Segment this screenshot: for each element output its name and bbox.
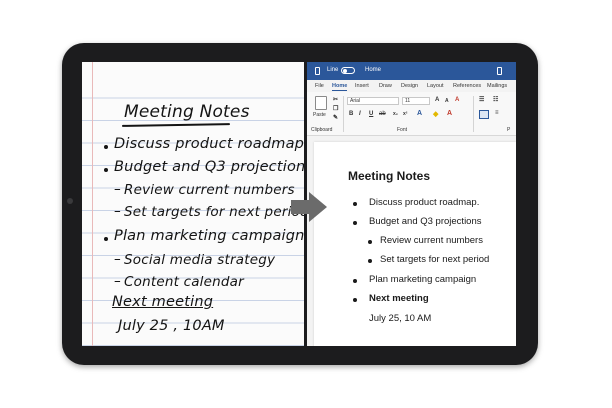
cut-icon[interactable]: ✂ bbox=[333, 96, 338, 103]
tab-mailings[interactable]: Mailings bbox=[487, 83, 507, 89]
bullet-icon bbox=[353, 221, 357, 225]
document-page[interactable]: Meeting Notes Discuss product roadmap. B… bbox=[314, 142, 516, 346]
conversion-arrow-icon bbox=[291, 192, 327, 222]
handwritten-notes-pane[interactable]: Meeting Notes Discuss product roadmap Bu… bbox=[82, 62, 304, 346]
paste-label: Paste bbox=[313, 112, 326, 118]
bullet-icon bbox=[353, 298, 357, 302]
document-title-text: Meeting Notes bbox=[348, 169, 431, 183]
font-name-select[interactable]: Arial bbox=[347, 97, 399, 105]
toggle-knob bbox=[343, 69, 347, 73]
autosave-toggle[interactable] bbox=[341, 67, 355, 74]
copy-icon[interactable]: ❐ bbox=[333, 105, 338, 112]
bullets-icon[interactable]: ☰ bbox=[479, 96, 484, 103]
bullet-icon bbox=[368, 240, 372, 244]
handwritten-next-meeting-label: Next meeting bbox=[112, 294, 214, 310]
tab-layout[interactable]: Layout bbox=[427, 83, 444, 89]
title-underline bbox=[121, 123, 231, 127]
document-subitem: Set targets for next period bbox=[380, 254, 490, 265]
underline-icon[interactable]: U bbox=[369, 111, 373, 117]
sidebar-icon[interactable] bbox=[315, 67, 320, 75]
document-next-meeting-label: Next meeting bbox=[369, 293, 429, 304]
italic-icon[interactable]: I bbox=[359, 111, 361, 117]
autosave-label: Line bbox=[327, 67, 339, 73]
bold-icon[interactable]: B bbox=[349, 111, 353, 117]
handwritten-subitem: Review current numbers bbox=[124, 182, 295, 198]
word-title-bar: Line Home bbox=[307, 62, 516, 80]
handwritten-next-meeting-date: July 25 , 10AM bbox=[118, 318, 225, 334]
align-center-icon[interactable]: ≡ bbox=[495, 110, 499, 116]
document-title: Home bbox=[365, 67, 382, 73]
format-painter-icon[interactable]: ✎ bbox=[333, 114, 338, 121]
handwritten-dash: – bbox=[114, 251, 121, 267]
clear-formatting-icon[interactable]: A bbox=[455, 97, 459, 103]
ribbon-separator bbox=[473, 96, 474, 132]
handwritten-bullet-icon bbox=[104, 168, 108, 172]
handwritten-item: Discuss product roadmap bbox=[114, 136, 304, 152]
handwritten-dash: – bbox=[114, 203, 121, 219]
window-icon[interactable] bbox=[497, 67, 502, 75]
handwritten-subitem: Social media strategy bbox=[124, 252, 276, 268]
handwritten-subitem: Set targets for next period bbox=[124, 204, 304, 220]
tab-references[interactable]: References bbox=[453, 83, 481, 89]
paragraph-group-label: P bbox=[507, 127, 511, 133]
handwritten-item: Plan marketing campaign bbox=[114, 228, 304, 244]
font-color-icon[interactable]: A bbox=[447, 110, 452, 117]
handwritten-dash: – bbox=[114, 181, 121, 197]
strikethrough-icon[interactable]: ab bbox=[379, 111, 386, 117]
tab-home[interactable]: Home bbox=[332, 83, 348, 91]
align-left-icon[interactable] bbox=[479, 110, 489, 119]
tab-draw[interactable]: Draw bbox=[379, 83, 392, 89]
notepad-margin-line bbox=[92, 62, 93, 346]
subscript-icon[interactable]: x₂ bbox=[393, 111, 398, 117]
highlight-icon[interactable]: ◆ bbox=[433, 110, 438, 118]
tab-insert[interactable]: Insert bbox=[355, 83, 369, 89]
text-effects-icon[interactable]: A bbox=[417, 110, 422, 117]
ribbon-separator bbox=[343, 96, 344, 132]
ribbon-tabs: File Home Insert Draw Design Layout Refe… bbox=[307, 80, 516, 92]
tab-file[interactable]: File bbox=[315, 83, 324, 89]
shrink-font-icon[interactable]: A bbox=[445, 98, 449, 104]
grow-font-icon[interactable]: A bbox=[435, 97, 439, 103]
numbering-icon[interactable]: ☷ bbox=[493, 96, 498, 103]
handwritten-dash: – bbox=[114, 273, 121, 289]
paste-icon[interactable] bbox=[315, 96, 327, 110]
bullet-icon bbox=[368, 259, 372, 263]
handwritten-item: Budget and Q3 projections bbox=[114, 159, 304, 175]
font-size-select[interactable]: 11 bbox=[402, 97, 430, 105]
bullet-icon bbox=[353, 279, 357, 283]
document-item: Discuss product roadmap. bbox=[369, 197, 480, 208]
document-subitem: Review current numbers bbox=[380, 235, 483, 246]
document-next-meeting-date: July 25, 10 AM bbox=[369, 313, 432, 324]
handwritten-bullet-icon bbox=[104, 237, 108, 241]
bullet-icon bbox=[353, 202, 357, 206]
clipboard-group-label: Clipboard bbox=[311, 127, 333, 133]
handwritten-title: Meeting Notes bbox=[124, 102, 250, 122]
superscript-icon[interactable]: x² bbox=[403, 111, 407, 117]
handwritten-subitem: Content calendar bbox=[124, 274, 244, 290]
document-item: Plan marketing campaign bbox=[369, 274, 477, 285]
document-item: Budget and Q3 projections bbox=[369, 216, 482, 227]
front-camera bbox=[67, 198, 73, 204]
word-app-pane: Line Home File Home Insert Draw Design L… bbox=[307, 62, 516, 346]
tab-design[interactable]: Design bbox=[401, 83, 418, 89]
home-ribbon: Paste Clipboard ✂ ❐ ✎ Arial 11 A A A B I… bbox=[307, 92, 516, 136]
arrow-shape bbox=[291, 192, 327, 222]
font-group-label: Font bbox=[397, 127, 408, 133]
handwritten-bullet-icon bbox=[104, 145, 108, 149]
